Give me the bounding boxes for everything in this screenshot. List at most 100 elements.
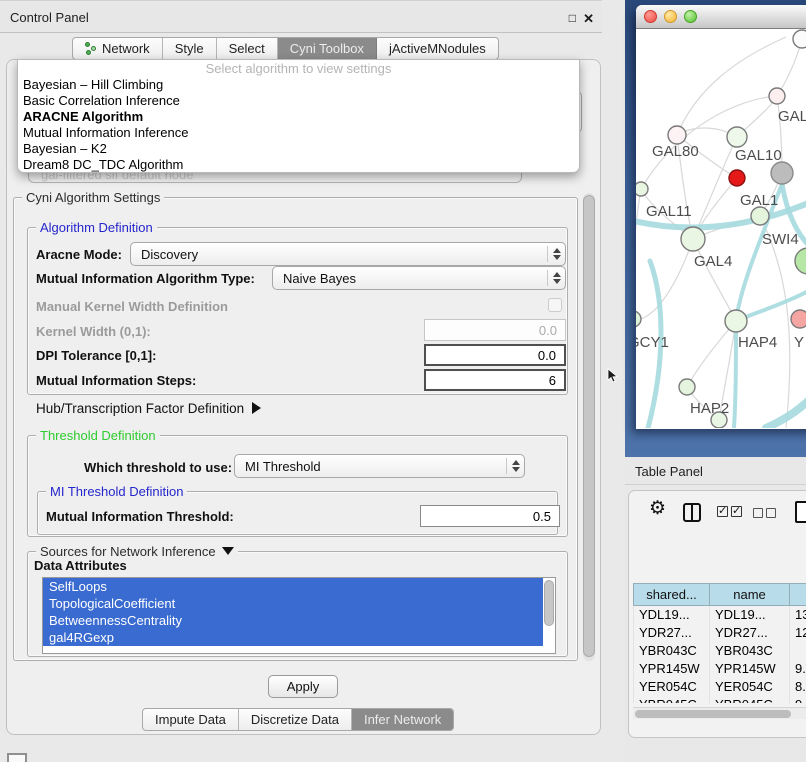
network-node[interactable] [769,88,785,104]
aracne-mode-select[interactable]: Discovery [130,242,566,266]
mi-steps-input[interactable] [424,369,566,391]
table-row[interactable]: YDR27...YDR27...12 [634,624,806,642]
algorithm-option[interactable]: Bayesian – Hill Climbing [18,77,579,93]
network-canvas[interactable]: GALGAL80GAL10GAL1GAL11SWI4GAL4GCY1HAP4YH… [636,29,806,428]
docked-panel-icon[interactable] [7,753,27,762]
network-node[interactable] [771,162,793,184]
algorithm-definition-legend: Algorithm Definition [36,220,157,235]
table-cell: YER054C [710,678,790,696]
attribute-list-item[interactable]: SelfLoops [43,578,543,595]
network-edge[interactable] [636,189,641,319]
settings-scrollbar[interactable] [583,193,595,661]
kernel-width-input[interactable] [424,319,566,341]
tab-infer-network[interactable]: Infer Network [352,709,453,730]
network-view-window[interactable]: GALGAL80GAL10GAL1GAL11SWI4GAL4GCY1HAP4YH… [636,5,806,429]
algorithm-option[interactable]: Basic Correlation Inference [18,93,579,109]
algorithm-option[interactable]: Mutual Information Inference [18,125,579,141]
network-node-label: SWI4 [762,231,799,248]
tab-discretize-data[interactable]: Discretize Data [239,709,352,730]
table-scroll-area[interactable]: shared...nameA YDL19...YDL19...13YDR27..… [629,537,806,703]
list-scrollbar[interactable] [544,580,554,626]
network-window-titlebar[interactable] [636,5,806,29]
network-node[interactable] [681,227,705,251]
table-column-header[interactable]: name [710,584,790,606]
table-panel-title: Table Panel [625,457,806,479]
network-node[interactable] [795,248,806,274]
tab-style[interactable]: Style [163,38,217,59]
network-edge-highlighted[interactable] [766,387,806,428]
table-cell: YER054C [634,678,710,696]
dpi-tolerance-input[interactable] [424,344,566,366]
deselect-all-checkboxes-icon[interactable] [753,506,779,521]
table-row[interactable]: YBR045CYBR045C9. [634,696,806,704]
algorithm-option[interactable]: Dream8 DC_TDC Algorithm [18,157,579,173]
network-node[interactable] [636,182,648,196]
network-node[interactable] [727,127,747,147]
table-header-row: shared...nameA [634,584,806,606]
table-cell: YBR045C [634,696,710,704]
network-edge[interactable] [693,239,736,321]
table-row[interactable]: YER054CYER054C8. [634,678,806,696]
threshold-definition-legend: Threshold Definition [36,428,160,443]
table-horizontal-scrollbar[interactable] [633,707,806,719]
table-row[interactable]: YBR043CYBR043C [634,642,806,660]
window-zoom-icon[interactable] [684,10,697,23]
bottom-tabstrip: Impute Data Discretize Data Infer Networ… [142,708,454,731]
mouse-cursor [607,368,619,384]
float-window-icon[interactable]: □ [569,11,576,25]
network-node[interactable] [679,379,695,395]
node-attribute-table: shared...nameA YDL19...YDL19...13YDR27..… [633,583,806,703]
table-row[interactable]: YPR145WYPR145W9. [634,660,806,678]
manual-kernel-width-checkbox[interactable] [548,298,562,312]
tab-jactivemnodules[interactable]: jActiveMNodules [377,38,498,59]
attribute-list-item[interactable]: TopologicalCoefficient [43,595,543,612]
network-node[interactable] [668,126,686,144]
network-node[interactable] [793,30,806,48]
gear-icon[interactable]: ⚙ [649,500,666,518]
network-edge[interactable] [677,37,786,135]
algorithm-dropdown-popup: Select algorithm to view settings Bayesi… [17,59,580,173]
table-column-header[interactable]: shared... [634,584,710,606]
mi-algorithm-type-select[interactable]: Naive Bayes [272,266,566,290]
attribute-list-item[interactable]: BetweennessCentrality [43,612,543,629]
network-node[interactable] [751,207,769,225]
attribute-list-item[interactable]: gal4RGexp [43,629,543,646]
window-minimize-icon[interactable] [664,10,677,23]
network-edge[interactable] [636,239,693,319]
tab-style-label: Style [175,41,204,56]
tab-cyni-toolbox[interactable]: Cyni Toolbox [278,38,377,59]
network-node-label: GAL [778,108,806,125]
column-view-icon[interactable] [683,503,701,522]
mi-threshold-input[interactable] [420,505,560,527]
table-panel-titlebar: Table Panel [625,457,806,485]
tab-impute-data[interactable]: Impute Data [143,709,239,730]
export-table-icon[interactable] [795,501,806,523]
algorithm-option[interactable]: ARACNE Algorithm [18,109,579,125]
network-edge-highlighted[interactable] [734,321,736,428]
network-node-label: HAP4 [738,334,777,351]
sources-legend[interactable]: Sources for Network Inference [36,544,238,559]
application-root: Control Panel □ ✕ Network Style Select C… [0,0,806,762]
network-node[interactable] [729,170,745,186]
network-node[interactable] [636,311,641,327]
apply-button[interactable]: Apply [268,675,338,698]
tab-select[interactable]: Select [217,38,278,59]
network-node-label: GCY1 [636,334,669,351]
network-edge[interactable] [687,321,736,387]
tab-network[interactable]: Network [73,38,163,59]
algorithm-option[interactable]: Bayesian – K2 [18,141,579,157]
select-all-checkboxes-icon[interactable] [717,505,745,520]
table-column-header[interactable]: A [790,584,806,606]
settings-scrollbar-thumb[interactable] [583,195,595,657]
table-cell: YDL19... [634,606,710,624]
table-hscroll-thumb[interactable] [635,710,791,718]
hub-definition-toggle[interactable]: Hub/Transcription Factor Definition [36,401,261,416]
tab-infer-network-label: Infer Network [364,712,441,727]
window-close-icon[interactable] [644,10,657,23]
close-panel-icon[interactable]: ✕ [583,11,594,27]
table-row[interactable]: YDL19...YDL19...13 [634,606,806,624]
network-node[interactable] [791,310,806,328]
network-node[interactable] [725,310,747,332]
table-cell: YBR043C [634,642,710,660]
which-threshold-select[interactable]: MI Threshold [234,454,525,478]
